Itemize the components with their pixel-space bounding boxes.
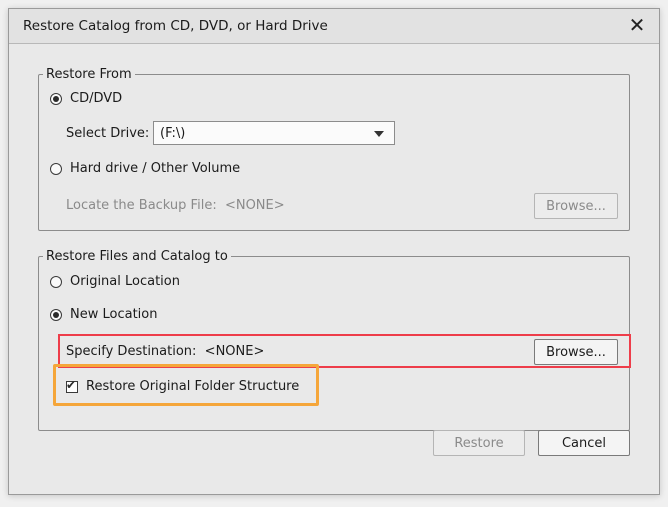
new-location-label: New Location	[70, 307, 158, 322]
hard-drive-option[interactable]: Hard drive / Other Volume	[50, 161, 240, 176]
restore-catalog-dialog: Restore Catalog from CD, DVD, or Hard Dr…	[8, 8, 660, 495]
original-location-radio[interactable]	[50, 275, 62, 288]
original-location-option[interactable]: Original Location	[50, 274, 180, 289]
new-location-option[interactable]: New Location	[50, 307, 157, 322]
cd-dvd-label: CD/DVD	[70, 91, 123, 106]
drive-select-value: (F:\)	[160, 126, 186, 141]
drive-select[interactable]: (F:\)	[153, 121, 395, 145]
dialog-title: Restore Catalog from CD, DVD, or Hard Dr…	[23, 18, 328, 34]
restore-from-legend: Restore From	[46, 67, 132, 82]
destination-highlight	[58, 334, 631, 368]
hard-drive-radio[interactable]	[50, 162, 62, 175]
title-bar: Restore Catalog from CD, DVD, or Hard Dr…	[9, 9, 659, 44]
chevron-down-icon	[374, 131, 384, 137]
cd-dvd-option[interactable]: CD/DVD	[50, 91, 122, 106]
folder-structure-highlight	[53, 364, 319, 406]
browse-backup-button[interactable]: Browse...	[534, 193, 618, 219]
hard-drive-label: Hard drive / Other Volume	[70, 161, 241, 176]
locate-backup-label: Locate the Backup File: <NONE>	[66, 198, 285, 213]
select-drive-label: Select Drive:	[66, 126, 150, 141]
restore-button[interactable]: Restore	[433, 430, 525, 456]
cd-dvd-radio[interactable]	[50, 92, 62, 105]
cancel-button[interactable]: Cancel	[538, 430, 630, 456]
new-location-radio[interactable]	[50, 308, 62, 321]
close-icon[interactable]: ✕	[625, 13, 649, 37]
restore-to-legend: Restore Files and Catalog to	[46, 249, 228, 264]
original-location-label: Original Location	[70, 274, 180, 289]
